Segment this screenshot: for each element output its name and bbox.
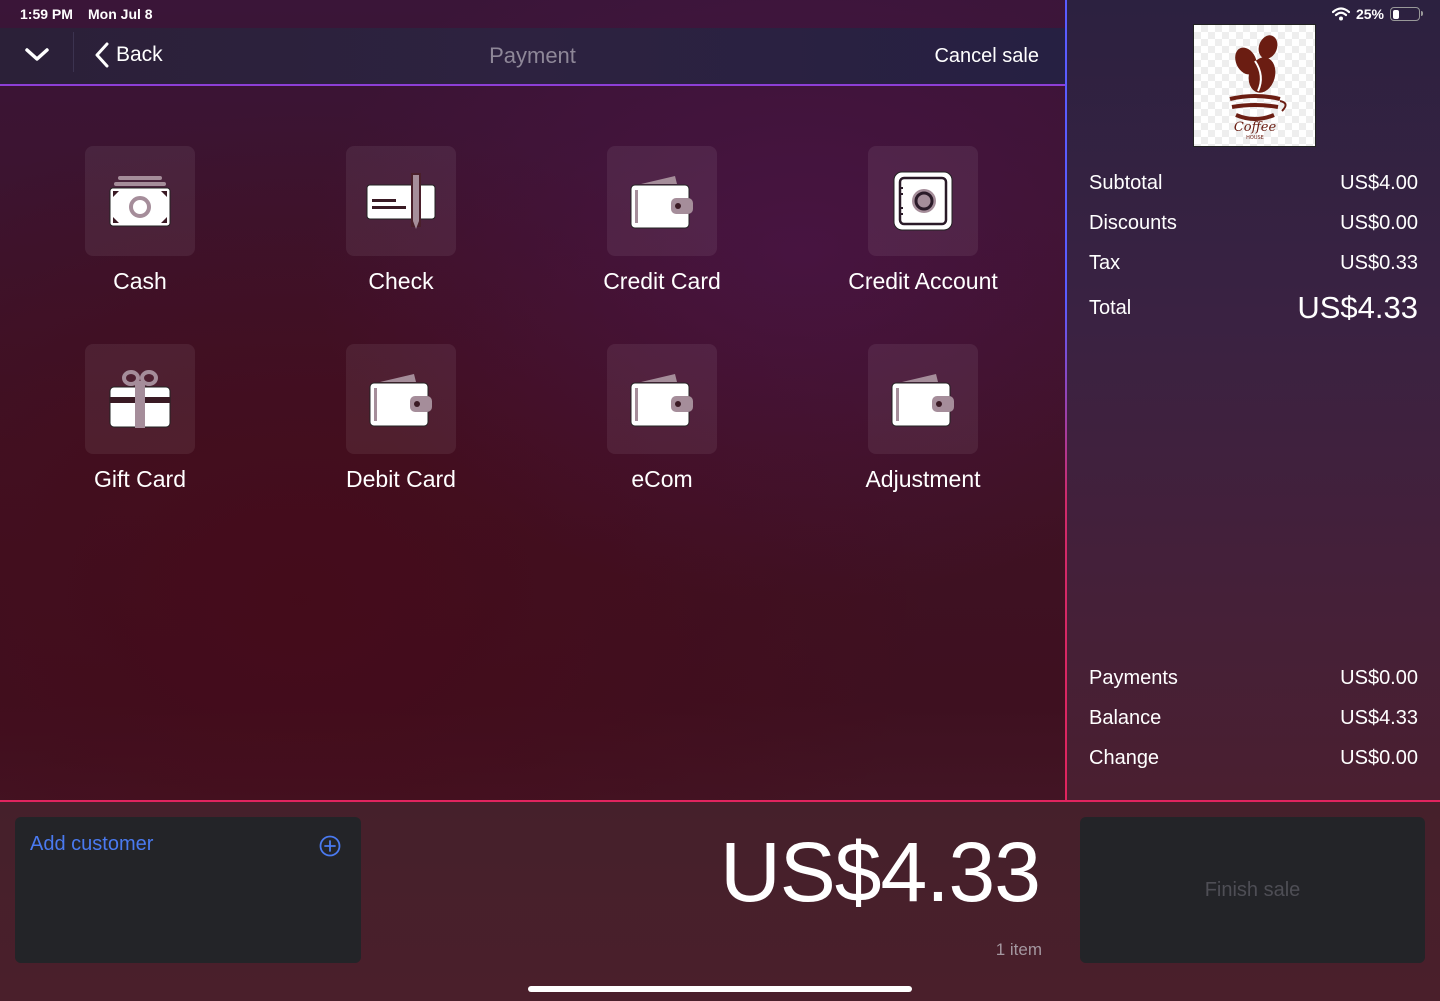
status-indicators: 25% — [1331, 6, 1423, 22]
subtotal-label: Subtotal — [1089, 172, 1163, 194]
cancel-sale-button[interactable]: Cancel sale — [934, 45, 1039, 68]
payment-method-check[interactable]: Check — [301, 146, 501, 295]
cash-icon — [109, 176, 171, 227]
payment-method-credit-card[interactable]: Credit Card — [562, 146, 762, 295]
home-indicator[interactable] — [528, 986, 912, 992]
payment-method-debit-card[interactable]: Debit Card — [301, 344, 501, 493]
wallet-icon — [630, 374, 693, 427]
order-summary-panel: 25% Coffee HOUSE Subtotal US$4.00 Discou… — [1065, 0, 1440, 800]
total-value: US$4.33 — [1297, 290, 1418, 325]
discounts-row: Discounts US$0.00 — [1089, 212, 1418, 235]
payment-method-label: Debit Card — [346, 466, 456, 492]
status-time: 1:59 PM — [20, 6, 73, 22]
change-value: US$0.00 — [1340, 747, 1418, 769]
battery-icon — [1390, 7, 1423, 21]
tax-label: Tax — [1089, 252, 1121, 274]
logo-subtext: HOUSE — [1246, 135, 1264, 141]
payment-method-label: Gift Card — [93, 466, 187, 492]
items-count: 1 item — [995, 940, 1042, 959]
balance-label: Balance — [1089, 707, 1162, 729]
bottom-bar: Add customer US$4.33 1 item Finish sale — [0, 800, 1440, 1001]
payment-method-label: eCom — [631, 466, 693, 492]
battery-fill — [1392, 9, 1399, 19]
payments-row: Payments US$0.00 — [1089, 667, 1418, 690]
change-label: Change — [1089, 747, 1160, 769]
store-logo: Coffee HOUSE — [1193, 24, 1316, 147]
wallet-icon — [369, 374, 432, 427]
payment-method-adjustment[interactable]: Adjustment — [823, 344, 1023, 493]
wifi-icon — [1331, 7, 1350, 21]
balance-row: Balance US$4.33 — [1089, 707, 1418, 730]
payment-method-cash[interactable]: Cash — [40, 146, 240, 295]
total-row: Total US$4.33 — [1089, 290, 1418, 326]
payment-method-ecom[interactable]: eCom — [562, 344, 762, 493]
payments-value: US$0.00 — [1340, 667, 1418, 689]
wallet-icon — [891, 374, 954, 427]
payment-method-icon-box — [607, 344, 717, 454]
logo-text: Coffee — [1233, 120, 1276, 135]
balance-value: US$4.33 — [1340, 707, 1418, 729]
page-title: Payment — [489, 43, 576, 68]
discounts-value: US$0.00 — [1340, 212, 1418, 234]
payment-method-label: Credit Account — [848, 268, 998, 294]
discounts-label: Discounts — [1089, 212, 1177, 234]
payment-method-credit-account[interactable]: Credit Account — [823, 146, 1023, 295]
finish-sale-button[interactable]: Finish sale — [1080, 817, 1425, 963]
payment-method-icon-box — [346, 146, 456, 256]
tax-value: US$0.33 — [1340, 252, 1418, 274]
payment-method-label: Check — [368, 268, 434, 294]
payment-method-icon-box — [868, 146, 978, 256]
coffee-logo-icon: Coffee HOUSE — [1229, 34, 1286, 141]
status-date: Mon Jul 8 — [88, 6, 153, 22]
payment-method-icon-box — [868, 344, 978, 454]
subtotal-value: US$4.00 — [1340, 172, 1418, 194]
gift-icon — [109, 370, 171, 428]
payment-method-icon-box — [85, 146, 195, 256]
change-row: Change US$0.00 — [1089, 747, 1418, 770]
payment-method-icon-box — [607, 146, 717, 256]
payment-method-label: Adjustment — [865, 466, 981, 492]
finish-sale-label: Finish sale — [1204, 878, 1301, 901]
add-customer-button[interactable]: Add customer — [15, 817, 361, 963]
add-customer-label: Add customer — [30, 833, 154, 855]
subtotal-row: Subtotal US$4.00 — [1089, 172, 1418, 195]
navigation-bar: Back Payment Cancel sale — [0, 28, 1065, 86]
battery-percent: 25% — [1355, 6, 1384, 22]
safe-icon — [893, 171, 953, 231]
payment-method-icon-box — [346, 344, 456, 454]
tax-row: Tax US$0.33 — [1089, 252, 1418, 275]
plus-circle-icon[interactable] — [319, 835, 341, 857]
payment-method-gift-card[interactable]: Gift Card — [40, 344, 240, 493]
payments-label: Payments — [1089, 667, 1178, 689]
total-label: Total — [1089, 296, 1132, 319]
payment-method-label: Cash — [113, 268, 167, 294]
wallet-icon — [630, 176, 693, 229]
sale-amount: US$4.33 — [720, 825, 1041, 919]
payment-method-icon-box — [85, 344, 195, 454]
check-icon — [366, 173, 436, 229]
payment-method-label: Credit Card — [603, 268, 721, 294]
